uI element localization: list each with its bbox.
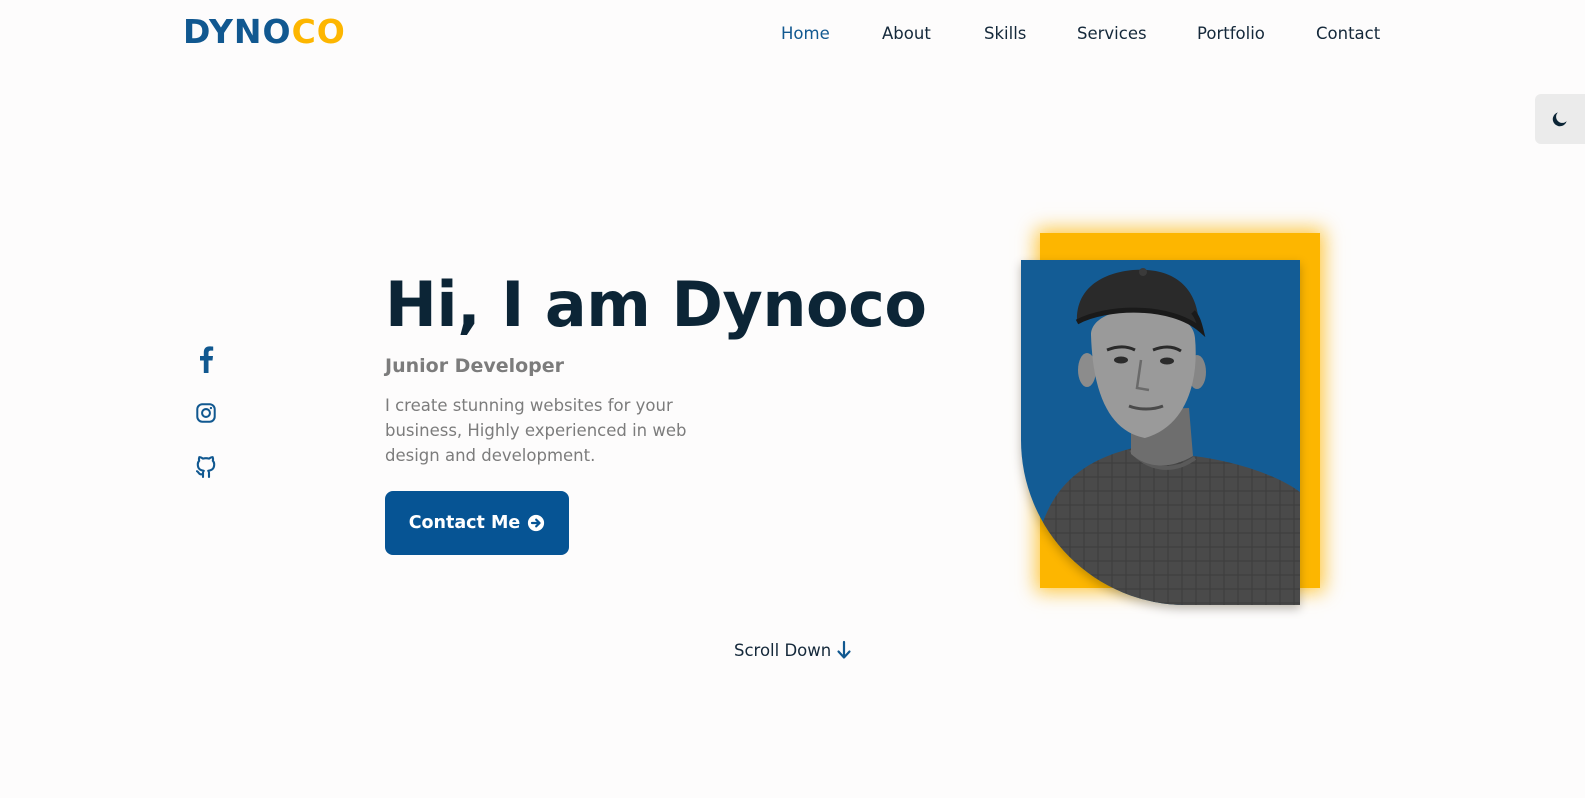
facebook-icon [200,346,214,373]
arrow-right-circle-icon [528,514,545,532]
theme-toggle-button[interactable] [1535,94,1585,144]
hero-subtitle: Junior Developer [385,355,565,377]
nav-home[interactable]: Home [781,24,830,43]
github-icon [195,456,216,479]
contact-me-button[interactable]: Contact Me [385,491,569,555]
hero-title: Hi, I am Dynoco [385,268,927,341]
main-nav: Home About Skills Services Portfolio Con… [0,24,1585,48]
nav-contact[interactable]: Contact [1316,24,1380,43]
nav-skills[interactable]: Skills [984,24,1026,43]
nav-services[interactable]: Services [1077,24,1147,43]
facebook-link[interactable] [192,345,220,373]
arrow-down-icon [837,640,851,659]
page: DYNOCO Home About Skills Services Portfo… [0,0,1585,798]
nav-portfolio[interactable]: Portfolio [1197,24,1265,43]
moon-icon [1552,112,1567,127]
hero-description: I create stunning websites for your busi… [385,396,687,465]
instagram-icon [196,403,216,423]
github-link[interactable] [192,453,220,481]
scroll-down-link[interactable]: Scroll Down [734,640,852,660]
nav-about[interactable]: About [882,24,931,43]
contact-me-label: Contact Me [408,513,521,533]
scroll-down-label: Scroll Down [734,640,832,660]
instagram-link[interactable] [192,399,220,427]
